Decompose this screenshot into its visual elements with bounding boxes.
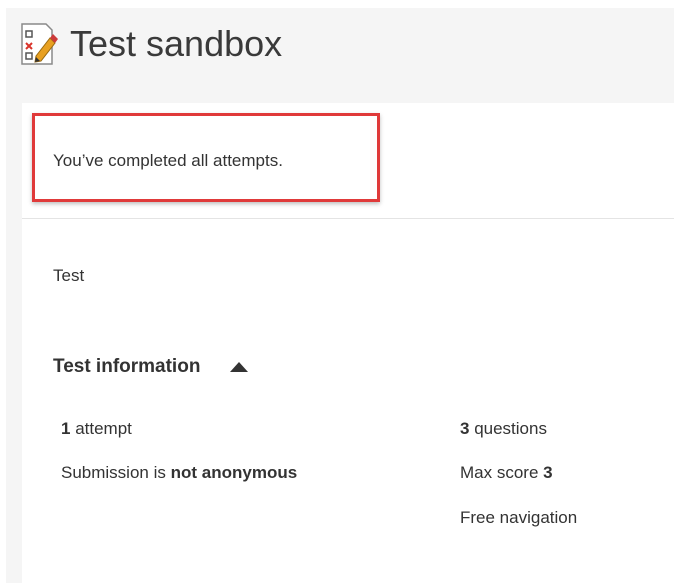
page-title: Test sandbox — [70, 23, 283, 64]
submission-anonymity: Submission is not anonymous — [61, 463, 297, 483]
section-divider — [22, 218, 674, 219]
test-description: Test — [53, 266, 85, 285]
max-score: Max score 3 — [460, 463, 553, 483]
questions-count-label: questions — [469, 419, 547, 438]
submission-anonymity-value: not anonymous — [170, 463, 298, 482]
attempts-count-label: attempt — [70, 419, 132, 438]
questions-count: 3 questions — [460, 419, 547, 439]
collapse-up-icon[interactable] — [230, 362, 249, 372]
max-score-value: 3 — [543, 463, 553, 482]
max-score-label: Max score — [460, 463, 544, 482]
title-row: Test sandbox — [20, 22, 282, 66]
navigation-mode: Free navigation — [460, 508, 577, 528]
submission-anonymity-label: Submission is — [61, 463, 171, 482]
quiz-icon — [21, 23, 58, 65]
test-information-header[interactable]: Test information — [53, 356, 249, 378]
attempts-status-message: You’ve completed all attempts. — [53, 151, 283, 170]
navigation-mode-label: Free navigation — [460, 508, 578, 527]
attempts-count: 1 attempt — [61, 419, 132, 439]
test-information-heading: Test information — [53, 356, 201, 377]
